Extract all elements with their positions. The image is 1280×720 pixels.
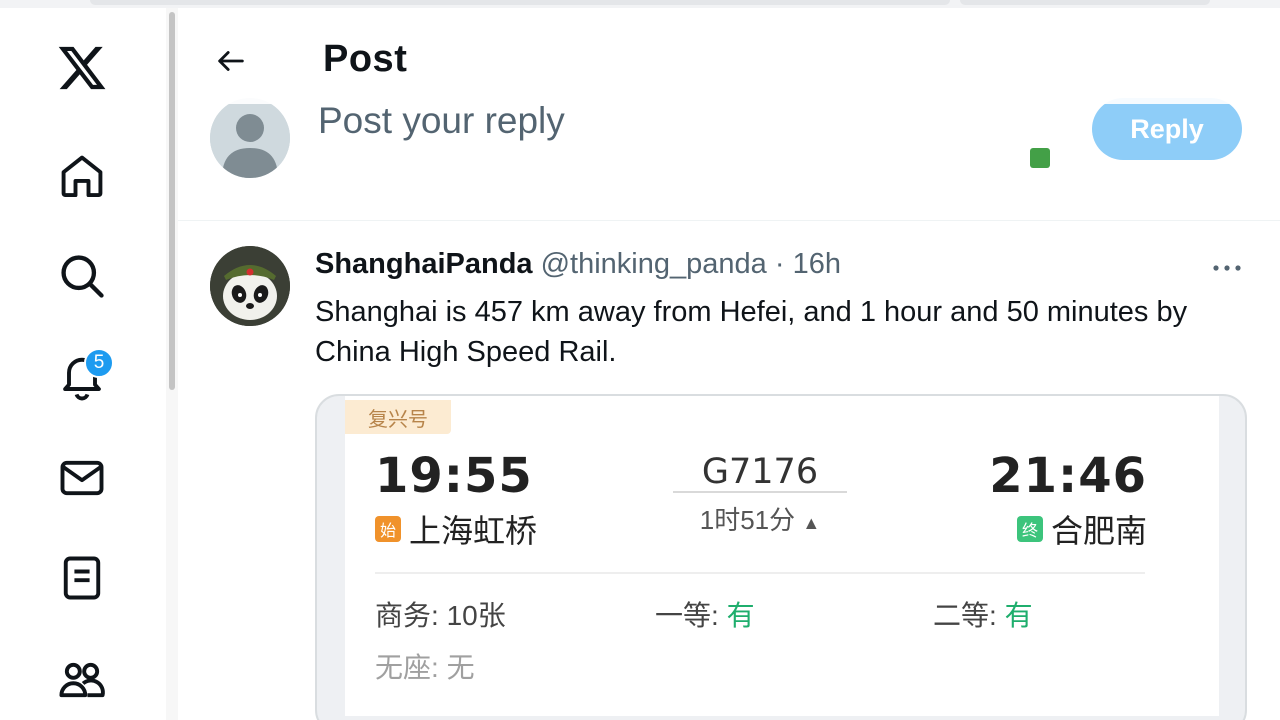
departure-time: 19:55 <box>375 448 533 504</box>
communities-icon[interactable] <box>50 648 114 712</box>
trip-duration: 1时51分 ▲ <box>670 500 850 537</box>
tweet-text: Shanghai is 457 km away from Hefei, and … <box>315 296 1188 368</box>
seat-first-value: 有 <box>726 600 755 631</box>
seat-business: 商务: 10张 <box>375 594 506 634</box>
mail-icon[interactable] <box>50 446 114 510</box>
user-avatar[interactable] <box>210 98 290 178</box>
end-icon: 终 <box>1016 516 1043 542</box>
author-avatar[interactable] <box>210 246 290 326</box>
seat-second-label: 二等: <box>933 600 997 631</box>
tab-edge <box>960 0 1210 5</box>
arrival-time: 21:46 <box>989 448 1147 504</box>
scrollbar-thumb[interactable] <box>169 12 175 390</box>
tweet-header: ShanghaiPanda @thinking_panda · 16h <box>315 248 841 281</box>
notification-count-badge: 5 <box>84 348 114 378</box>
train-ticket-card: 复兴号 19:55 G7176 1时51分 ▲ 21:46 始 上海虹桥 终 合… <box>345 396 1219 716</box>
header-bar: Post <box>178 8 1280 104</box>
reply-input[interactable]: Post your reply <box>318 100 565 142</box>
seat-first: 一等: 有 <box>655 594 755 634</box>
duration-text: 1时51分 <box>699 505 796 535</box>
lists-icon[interactable] <box>50 546 114 610</box>
back-arrow-glyph <box>218 51 244 71</box>
mail-glyph <box>60 460 104 496</box>
sidebar-scrollbar[interactable] <box>166 8 178 720</box>
train-number: G7176 <box>701 452 819 492</box>
meta-separator: · <box>774 248 785 280</box>
more-options-icon[interactable] <box>1202 250 1252 286</box>
caret-up-icon: ▲ <box>802 513 821 533</box>
seat-business-value: 10张 <box>446 600 506 631</box>
communities-glyph <box>59 662 105 698</box>
seat-standing-value: 无 <box>446 652 475 683</box>
back-arrow-icon[interactable] <box>206 36 256 86</box>
tweet-media[interactable]: 复兴号 19:55 G7176 1时51分 ▲ 21:46 始 上海虹桥 终 合… <box>315 394 1247 720</box>
train-type-tag: 复兴号 <box>345 400 451 434</box>
author-name[interactable]: ShanghaiPanda <box>315 248 533 280</box>
home-glyph <box>61 155 103 198</box>
post-time[interactable]: 16h <box>793 248 841 280</box>
arrival-station-name: 合肥南 <box>1050 513 1147 549</box>
home-icon[interactable] <box>50 144 114 208</box>
seat-business-label: 商务: <box>375 600 439 631</box>
seat-first-label: 一等: <box>655 600 719 631</box>
arrival-station: 终 合肥南 <box>1016 506 1147 552</box>
browser-top-strip <box>0 0 1280 8</box>
author-handle[interactable]: @thinking_panda <box>541 248 767 280</box>
address-bar-edge <box>90 0 950 5</box>
search-glyph <box>61 255 104 298</box>
seat-standing: 无座: 无 <box>375 646 475 686</box>
x-logo-glyph <box>58 46 106 90</box>
seat-second-value: 有 <box>1004 600 1033 631</box>
start-icon: 始 <box>375 516 401 542</box>
section-divider <box>178 220 1280 221</box>
sidebar: 5 <box>0 8 166 720</box>
status-dot <box>1030 148 1050 168</box>
page-title: Post <box>323 38 408 80</box>
reply-button[interactable]: Reply <box>1092 98 1242 160</box>
search-icon[interactable] <box>50 244 114 308</box>
x-logo-icon[interactable] <box>50 36 114 100</box>
seat-standing-label: 无座: <box>375 652 439 683</box>
departure-station-name: 上海虹桥 <box>409 513 538 549</box>
more-dots-glyph <box>1213 265 1241 271</box>
route-line <box>673 491 847 493</box>
seat-second: 二等: 有 <box>933 594 1033 634</box>
default-avatar-icon <box>210 98 290 178</box>
panda-avatar-icon <box>210 246 290 326</box>
main-column: Post your reply Reply Post ShanghaiPanda… <box>178 8 1280 720</box>
card-divider <box>375 572 1145 574</box>
departure-station: 始 上海虹桥 <box>375 506 537 552</box>
lists-glyph <box>63 556 101 600</box>
